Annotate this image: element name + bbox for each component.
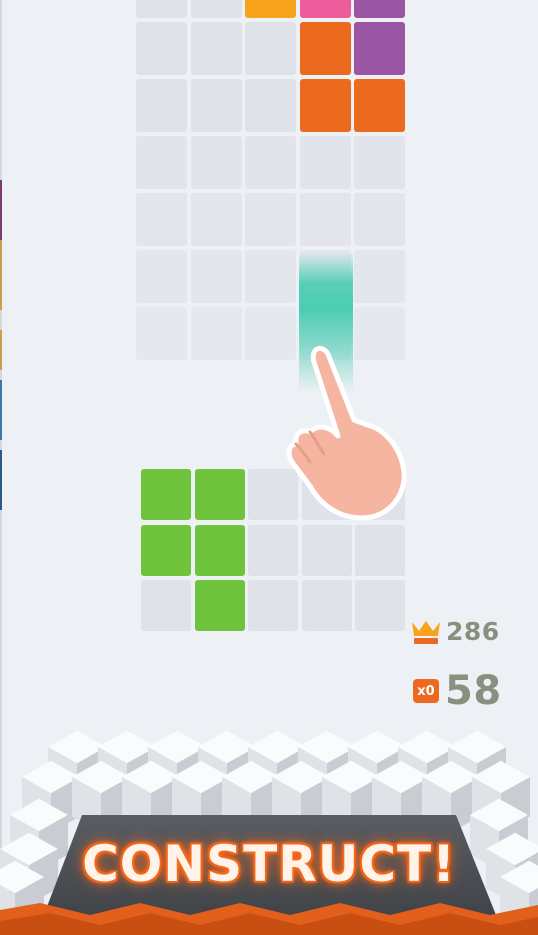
current-score: x0 58 <box>413 668 502 714</box>
pink-block <box>299 0 351 18</box>
empty-cell <box>354 250 405 303</box>
empty-cell <box>245 136 296 189</box>
empty-cell <box>136 193 187 246</box>
empty-cell <box>245 79 296 132</box>
empty-cell <box>190 79 242 132</box>
construct-banner: CONSTRUCT! <box>0 725 538 935</box>
empty-cell <box>136 307 187 360</box>
crown-icon <box>412 620 440 644</box>
empty-cell <box>136 250 187 303</box>
empty-cell <box>141 580 191 631</box>
pointing-hand-icon <box>286 345 407 521</box>
empty-cell <box>354 193 405 246</box>
multiplier-badge: x0 <box>413 679 439 703</box>
empty-cell <box>248 524 298 576</box>
empty-cell <box>301 524 352 576</box>
construct-banner-text: CONSTRUCT! <box>82 835 456 893</box>
empty-cell <box>190 307 242 360</box>
empty-cell <box>354 136 405 189</box>
purple-block <box>354 22 405 75</box>
green-block <box>194 524 245 576</box>
empty-cell <box>190 22 242 75</box>
empty-cell <box>190 193 242 246</box>
empty-cell <box>136 79 187 132</box>
green-block <box>141 469 191 520</box>
current-score-value: 58 <box>445 668 502 714</box>
orange-block <box>354 79 405 132</box>
empty-cell <box>355 580 405 631</box>
cube-pyramid-graphic <box>0 730 538 935</box>
empty-cell <box>245 250 296 303</box>
empty-cell <box>136 136 187 189</box>
empty-cell <box>301 580 352 631</box>
yellow-orange-block <box>245 0 296 18</box>
empty-cell <box>136 22 187 75</box>
best-score-value: 286 <box>446 617 500 646</box>
empty-cell <box>136 0 187 18</box>
green-block <box>194 580 245 631</box>
empty-cell <box>245 22 296 75</box>
orange-block <box>299 22 351 75</box>
empty-cell <box>190 136 242 189</box>
purple-block <box>354 0 405 18</box>
empty-cell <box>190 250 242 303</box>
empty-cell <box>299 136 351 189</box>
orange-block <box>299 79 351 132</box>
empty-cell <box>245 193 296 246</box>
empty-cell <box>248 580 298 631</box>
green-block <box>194 469 245 520</box>
empty-cell <box>299 193 351 246</box>
green-block <box>141 524 191 576</box>
empty-cell <box>355 524 405 576</box>
best-score: 286 <box>410 617 500 646</box>
empty-cell <box>190 0 242 18</box>
